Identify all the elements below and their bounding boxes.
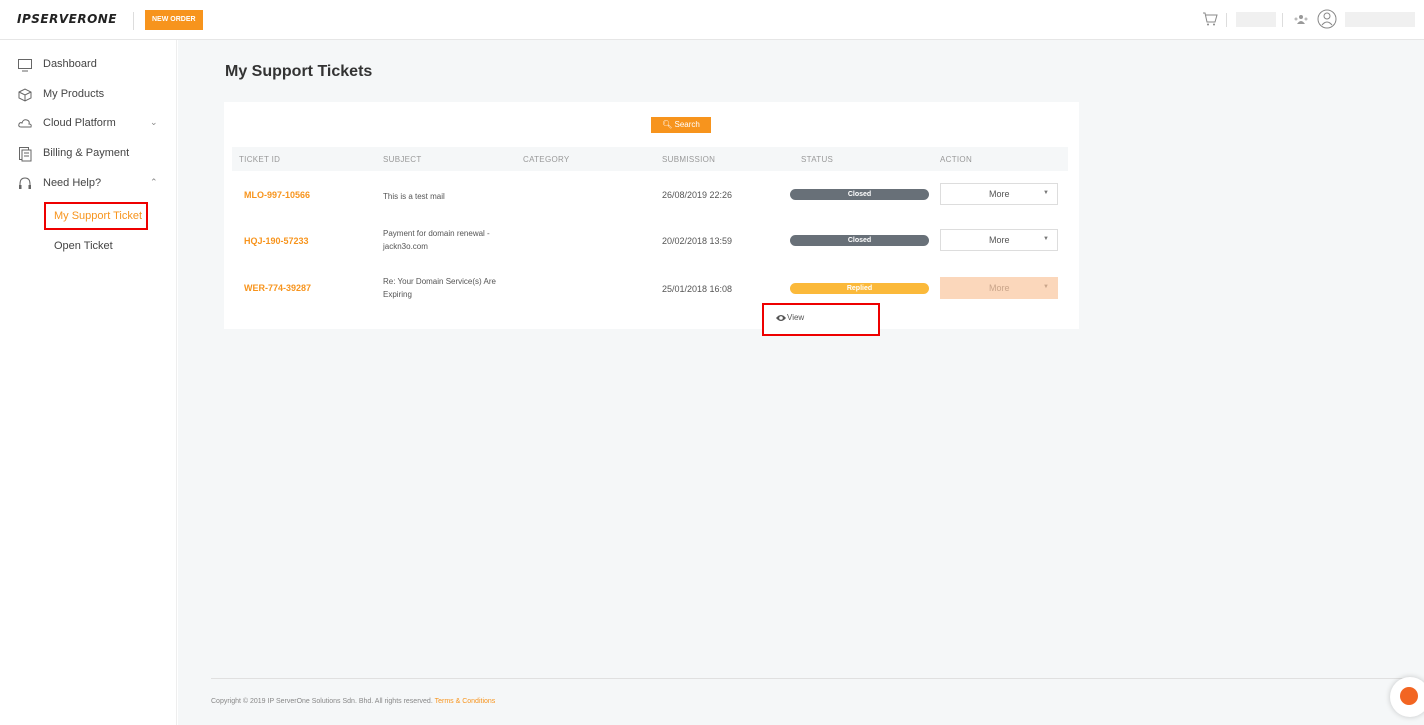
search-button[interactable]: 🔍︎ Search — [651, 117, 711, 133]
status-badge: Closed — [790, 189, 929, 200]
view-label: View — [787, 313, 805, 322]
sidebar-item-label: Billing & Payment — [43, 147, 130, 159]
ticket-submission: 26/08/2019 22:26 — [662, 190, 733, 200]
users-icon[interactable] — [1293, 13, 1309, 27]
search-label: Search — [674, 120, 700, 129]
more-label: More — [989, 283, 1010, 293]
user-avatar-icon[interactable] — [1317, 9, 1337, 29]
sidebar-item-billing[interactable]: Billing & Payment — [0, 144, 177, 166]
ticket-subject: Payment for domain renewal - jackn3o.com — [383, 229, 490, 251]
main-content: My Support Tickets 🔍︎ Search TICKET ID S… — [178, 40, 1424, 725]
sidebar-item-label: Need Help? — [43, 177, 102, 189]
sidebar-item-need-help[interactable]: Need Help? ⌃ — [0, 174, 177, 196]
new-order-button[interactable]: NEW ORDER — [145, 10, 203, 30]
sidebar-item-label: My Products — [43, 88, 105, 100]
sidebar-subitem-open-ticket[interactable]: Open Ticket — [54, 240, 113, 252]
terms-link[interactable]: Terms & Conditions — [435, 698, 496, 705]
monitor-icon — [18, 59, 32, 72]
sidebar-item-my-products[interactable]: My Products — [0, 85, 177, 107]
column-header: ACTION — [940, 155, 973, 164]
divider — [1226, 13, 1227, 27]
status-badge: Replied — [790, 283, 929, 294]
divider — [1282, 13, 1283, 27]
cart-icon[interactable] — [1202, 11, 1218, 27]
sidebar-item-label: Cloud Platform — [43, 117, 116, 129]
ticket-submission: 20/02/2018 13:59 — [662, 236, 733, 246]
footer-divider — [211, 678, 1411, 679]
sidebar-item-label: Dashboard — [43, 58, 97, 70]
cloud-icon — [18, 119, 32, 128]
ticket-submission: 25/01/2018 16:08 — [662, 284, 733, 294]
top-bar: IPSERVERONE NEW ORDER — [0, 0, 1424, 40]
brand-logo[interactable]: IPSERVERONE — [17, 12, 117, 26]
ticket-subject: Re: Your Domain Service(s) Are Expiring — [383, 277, 496, 299]
chevron-up-icon: ⌃ — [150, 177, 158, 187]
chat-widget-button[interactable] — [1390, 677, 1424, 717]
caret-down-icon: ▼ — [1043, 236, 1049, 242]
copyright-text: Copyright © 2019 IP ServerOne Solutions … — [211, 698, 433, 705]
status-badge: Closed — [790, 235, 929, 246]
search-icon: 🔍︎ — [662, 120, 675, 129]
table-row: WER-774-39287 Re: Your Domain Service(s)… — [232, 267, 1068, 313]
ticket-id-link[interactable]: MLO-997-10566 — [244, 190, 310, 200]
sidebar-item-dashboard[interactable]: Dashboard — [0, 55, 177, 77]
sidebar-item-cloud-platform[interactable]: Cloud Platform ⌄ — [0, 114, 177, 136]
billing-icon — [19, 147, 32, 162]
page-title: My Support Tickets — [225, 63, 373, 80]
headset-icon — [19, 177, 31, 189]
dropdown-view-option[interactable]: View — [762, 303, 880, 336]
caret-down-icon: ▼ — [1043, 284, 1049, 290]
box-icon — [18, 88, 32, 102]
ticket-subject: This is a test mail — [383, 192, 445, 201]
caret-down-icon: ▼ — [1043, 190, 1049, 196]
column-header: CATEGORY — [523, 155, 570, 164]
tickets-panel: 🔍︎ Search TICKET ID SUBJECT CATEGORY SUB… — [224, 102, 1079, 329]
footer: Copyright © 2019 IP ServerOne Solutions … — [211, 698, 495, 705]
ticket-id-link[interactable]: WER-774-39287 — [244, 283, 311, 293]
more-dropdown[interactable]: More ▼ — [940, 183, 1058, 205]
account-name-placeholder[interactable] — [1236, 12, 1276, 27]
sidebar-subitem-my-support-ticket[interactable]: My Support Ticket — [44, 202, 148, 230]
column-header: SUBJECT — [383, 155, 422, 164]
more-label: More — [989, 235, 1010, 245]
eye-icon — [776, 315, 786, 321]
column-header: STATUS — [801, 155, 834, 164]
chat-icon — [1400, 687, 1418, 705]
table-header: TICKET ID SUBJECT CATEGORY SUBMISSION ST… — [232, 147, 1068, 171]
more-dropdown[interactable]: More ▼ — [940, 229, 1058, 251]
chevron-down-icon: ⌄ — [150, 117, 158, 127]
ticket-id-link[interactable]: HQJ-190-57233 — [244, 236, 309, 246]
table-row: HQJ-190-57233 Payment for domain renewal… — [232, 219, 1068, 265]
table-row: MLO-997-10566 This is a test mail 26/08/… — [232, 173, 1068, 219]
logo-divider — [133, 12, 134, 30]
more-dropdown-open[interactable]: More ▼ — [940, 277, 1058, 299]
column-header: TICKET ID — [239, 155, 281, 164]
column-header: SUBMISSION — [662, 155, 716, 164]
more-label: More — [989, 189, 1010, 199]
user-name-placeholder[interactable] — [1345, 12, 1415, 27]
sidebar: Dashboard My Products Cloud Platform ⌄ B… — [0, 40, 177, 725]
